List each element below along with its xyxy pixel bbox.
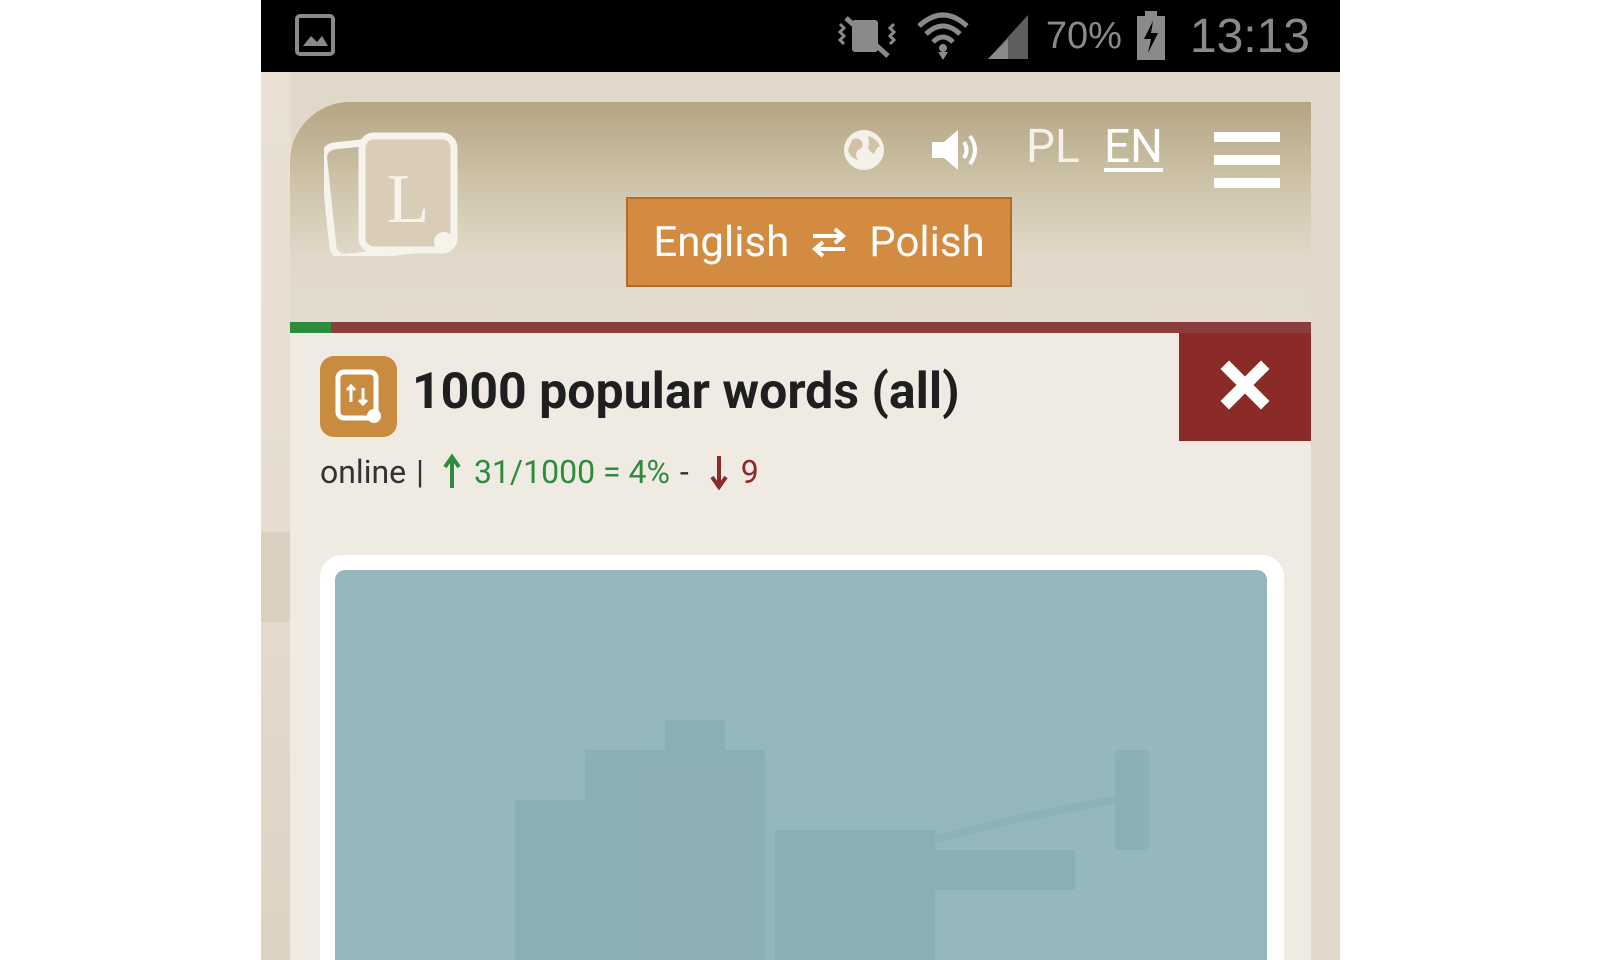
battery-charging-icon	[1136, 11, 1165, 60]
city-street-illustration	[515, 720, 1149, 960]
source-language: English	[653, 217, 790, 267]
set-panel: 1000 popular words (all) online | 31/100…	[290, 333, 1311, 960]
close-button[interactable]	[1179, 333, 1311, 441]
wrong-count: 9	[740, 453, 759, 491]
arrow-down-icon	[710, 456, 728, 490]
known-words-stat: 31/1000 = 4%	[473, 453, 670, 491]
stats-dash: -	[679, 453, 689, 491]
logo-cards-icon[interactable]: L	[324, 132, 460, 256]
vibrate-mute-icon	[837, 16, 896, 58]
globe-icon[interactable]	[842, 128, 886, 172]
flashcard-set-icon	[320, 356, 397, 437]
status-bar: 70% 13:13	[261, 0, 1340, 72]
swap-arrows-icon	[812, 227, 847, 257]
language-en-link[interactable]: EN	[1104, 120, 1163, 174]
close-icon	[1220, 360, 1270, 410]
clock: 13:13	[1189, 9, 1310, 63]
wifi-icon	[917, 12, 969, 60]
flashcard-image	[335, 570, 1267, 960]
mode-label: online	[320, 453, 407, 491]
language-pl-link[interactable]: PL	[1026, 120, 1080, 174]
set-stats: online | 31/1000 = 4% - 9	[320, 453, 759, 491]
app-header: L PL EN English Polish	[290, 102, 1311, 322]
target-language: Polish	[869, 217, 985, 267]
hamburger-menu-icon[interactable]	[1214, 132, 1280, 192]
progress-fill	[290, 322, 331, 333]
page-background-right	[1310, 72, 1340, 960]
signal-icon	[987, 15, 1028, 59]
speaker-icon[interactable]	[930, 126, 982, 174]
set-title: 1000 popular words (all)	[412, 363, 960, 421]
page-background-left	[261, 72, 307, 960]
gallery-icon	[295, 14, 335, 56]
status-icons: 70% 13:13	[832, 8, 1310, 64]
learning-progress-bar	[290, 322, 1311, 333]
phone-screen: 70% 13:13 L PL EN English Polish 1000 po…	[261, 0, 1340, 960]
flashcard[interactable]	[320, 555, 1284, 960]
language-pair-button[interactable]: English Polish	[626, 197, 1012, 287]
svg-text:L: L	[387, 161, 430, 238]
arrow-up-icon	[443, 454, 461, 488]
stats-separator: |	[416, 453, 424, 491]
battery-percent: 70%	[1045, 14, 1122, 57]
